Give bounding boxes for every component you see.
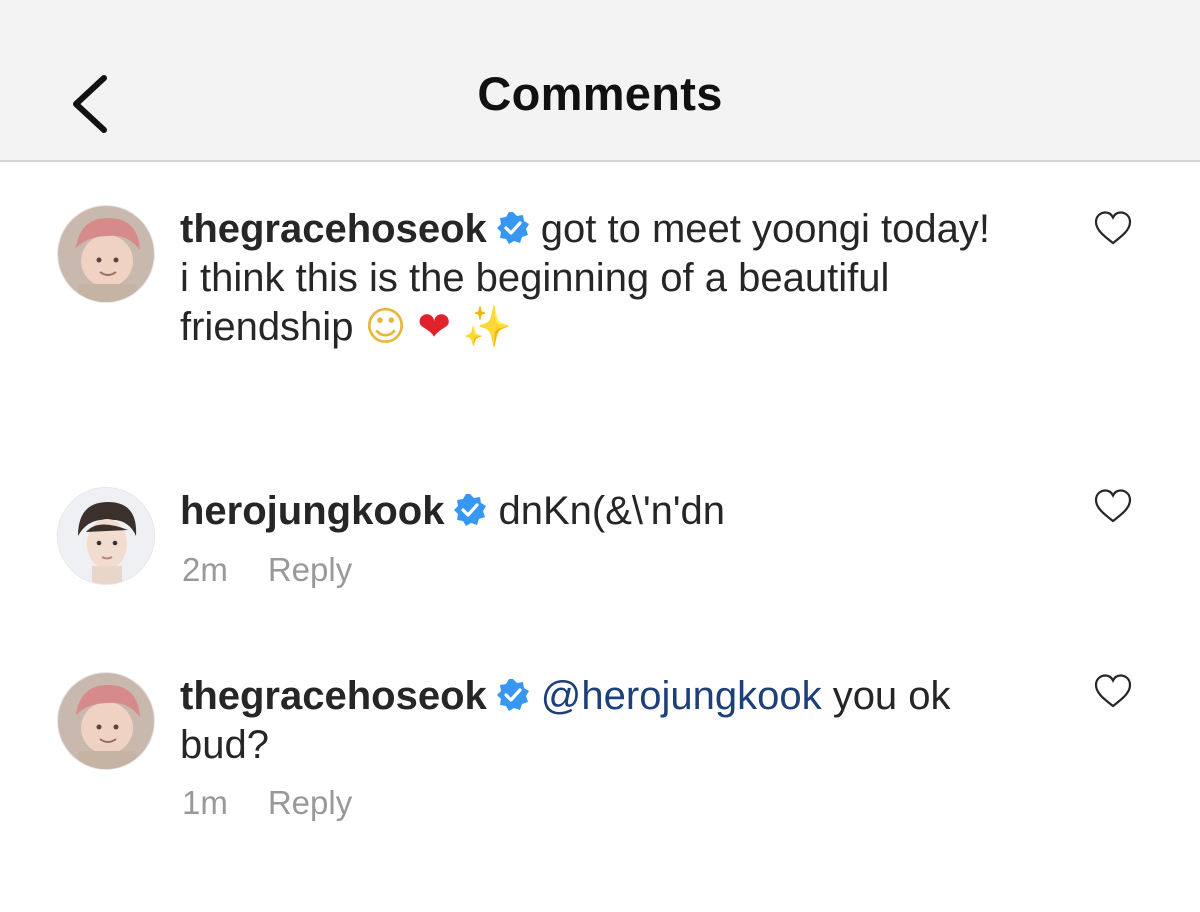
comment-username[interactable]: herojungkook bbox=[180, 489, 444, 533]
like-button[interactable] bbox=[1092, 487, 1134, 525]
red-heart-emoji: ❤ bbox=[417, 304, 451, 350]
comment-body: thegracehoseok got to meet yoongi today! … bbox=[180, 205, 1085, 352]
heart-outline-icon bbox=[1094, 211, 1132, 245]
comment-text-line: friendship bbox=[180, 305, 354, 349]
reply-button[interactable]: Reply bbox=[268, 551, 352, 588]
comment-text-line: bud? bbox=[180, 723, 269, 767]
reply-button[interactable]: Reply bbox=[268, 784, 352, 821]
comment-timestamp: 2m bbox=[182, 551, 228, 588]
smiling-face-emoji: ☺ bbox=[364, 304, 407, 350]
avatar[interactable] bbox=[57, 487, 155, 585]
header-bar: Comments bbox=[0, 0, 1200, 162]
comment-text-line: got to meet yoongi today! bbox=[540, 207, 990, 251]
heart-outline-icon bbox=[1094, 674, 1132, 708]
avatar[interactable] bbox=[57, 672, 155, 770]
comment-username[interactable]: thegracehoseok bbox=[180, 674, 487, 718]
mention-link[interactable]: @herojungkook bbox=[541, 674, 822, 718]
avatar[interactable] bbox=[57, 205, 155, 303]
comment-username[interactable]: thegracehoseok bbox=[180, 207, 487, 251]
verified-badge-icon bbox=[495, 210, 531, 246]
comment-text: dnKn(&\'n'dn bbox=[498, 489, 725, 533]
like-button[interactable] bbox=[1092, 672, 1134, 710]
page-title: Comments bbox=[477, 67, 723, 120]
comment-timestamp: 1m bbox=[182, 784, 228, 821]
comment-body: thegracehoseok @herojungkook you ok bud? bbox=[180, 672, 1085, 770]
comment-text-line: you ok bbox=[832, 674, 951, 718]
comment-meta: 2m Reply bbox=[182, 551, 352, 589]
comment-body: herojungkook dnKn(&\'n'dn bbox=[180, 487, 1085, 536]
verified-badge-icon bbox=[452, 492, 488, 528]
verified-badge-icon bbox=[495, 677, 531, 713]
heart-outline-icon bbox=[1094, 489, 1132, 523]
like-button[interactable] bbox=[1092, 209, 1134, 247]
comment-meta: 1m Reply bbox=[182, 784, 352, 822]
comment-text-line: i think this is the beginning of a beaut… bbox=[180, 256, 890, 300]
sparkles-emoji: ✨ bbox=[462, 304, 512, 350]
